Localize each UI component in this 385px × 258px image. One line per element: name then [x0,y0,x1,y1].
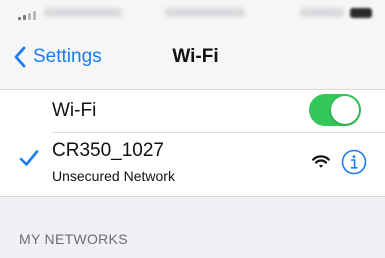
wifi-toggle-switch[interactable] [309,94,361,126]
carrier-label [44,8,122,17]
network-security-status: Unsecured Network [52,168,175,184]
wifi-signal-icon [312,155,330,168]
battery-icon [350,8,372,18]
wifi-settings-group: Wi-Fi CR350_1027 Unsecured Network [0,90,385,197]
navigation-bar: Settings Wi-Fi [0,26,385,90]
cellular-signal-icon [18,8,40,20]
wifi-toggle-label: Wi-Fi [52,100,97,121]
my-networks-section-header: MY NETWORKS [19,231,128,247]
info-icon[interactable] [341,149,367,175]
status-bar [0,0,385,26]
wifi-toggle-row: Wi-Fi [0,90,385,132]
battery-percent [300,8,344,17]
connected-network-row[interactable]: CR350_1027 Unsecured Network [0,133,385,196]
checkmark-icon [19,150,39,166]
network-name: CR350_1027 [52,140,164,161]
page-title: Wi-Fi [172,46,219,67]
toggle-knob [331,96,359,124]
status-time [165,8,245,17]
